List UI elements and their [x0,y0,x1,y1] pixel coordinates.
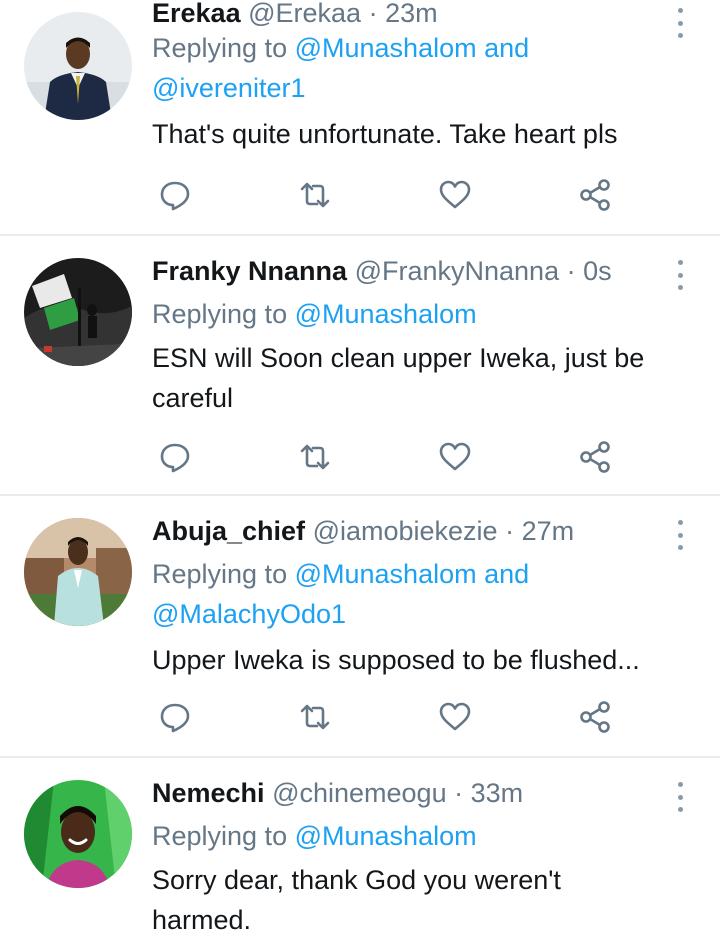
tweet-text: Sorry dear, thank God you weren't harmed… [152,865,561,935]
display-name[interactable]: Nemechi [152,778,265,808]
tweet-actions [158,700,628,736]
avatar-image [24,12,132,120]
share-icon[interactable] [578,178,612,212]
separator: · [566,256,576,286]
replying-to: Replying to @Munashalom [152,294,700,334]
tweet-text: That's quite unfortunate. Take heart pls [152,119,618,149]
tweet-text: ESN will Soon clean upper Iweka, just be… [152,343,645,413]
replying-to: @MalachyOdo1 [152,594,700,634]
retweet-icon[interactable] [298,700,332,734]
share-icon[interactable] [578,700,612,734]
user-handle[interactable]: @iamobiekezie [313,516,498,546]
user-handle[interactable]: @chinemeogu [272,778,447,808]
timestamp[interactable]: 23m [385,0,438,28]
tweet-actions [158,440,628,476]
display-name[interactable]: Franky Nnanna [152,256,347,286]
separator: · [505,516,515,546]
tweet-text: Upper Iweka is supposed to be flushed... [152,645,640,675]
avatar-image [24,258,132,366]
heart-icon[interactable] [438,440,472,474]
timestamp[interactable]: 27m [522,516,575,546]
avatar[interactable] [24,12,132,120]
replying-to: Replying to @Munashalom and [152,28,700,68]
separator: · [454,778,464,808]
display-name[interactable]: Abuja_chief [152,516,305,546]
mention-link[interactable]: @Munashalom and [295,559,530,589]
timestamp[interactable]: 0s [583,256,612,286]
tweet-actions [158,178,628,214]
avatar[interactable] [24,780,132,888]
mention-link[interactable]: @Munashalom [295,821,477,851]
replying-to-label: Replying to [152,821,288,851]
more-vertical-icon[interactable] [674,782,686,812]
reply-icon[interactable] [158,440,192,474]
mention-link[interactable]: @Munashalom and [295,33,530,63]
avatar-image [24,780,132,888]
replying-to-label: Replying to [152,559,288,589]
user-handle[interactable]: @FrankyNnanna [355,256,560,286]
mention-link[interactable]: @ivereniter1 [152,73,305,103]
tweet-header: Franky Nnanna @FrankyNnanna · 0s [152,254,660,288]
reply-icon[interactable] [158,700,192,734]
tweet-card[interactable]: Abuja_chief @iamobiekezie · 27m Replying… [0,496,720,758]
timestamp[interactable]: 33m [471,778,524,808]
display-name[interactable]: Erekaa [152,0,241,28]
tweet-card[interactable]: Erekaa @Erekaa · 23m Replying to @Munash… [0,0,720,236]
tweet-card[interactable]: Nemechi @chinemeogu · 33m Replying to @M… [0,758,720,944]
retweet-icon[interactable] [298,178,332,212]
tweet-header: Abuja_chief @iamobiekezie · 27m [152,514,660,548]
more-vertical-icon[interactable] [674,520,686,550]
avatar-image [24,518,132,626]
replying-to-label: Replying to [152,33,288,63]
replying-to: Replying to @Munashalom [152,816,700,856]
share-icon[interactable] [578,440,612,474]
reply-icon[interactable] [158,178,192,212]
avatar[interactable] [24,518,132,626]
retweet-icon[interactable] [298,440,332,474]
replying-to-label: Replying to [152,299,288,329]
heart-icon[interactable] [438,178,472,212]
more-vertical-icon[interactable] [674,260,686,290]
heart-icon[interactable] [438,700,472,734]
separator: · [368,0,378,28]
mention-link[interactable]: @MalachyOdo1 [152,599,346,629]
tweet-card[interactable]: Franky Nnanna @FrankyNnanna · 0s Replyin… [0,236,720,496]
avatar[interactable] [24,258,132,366]
tweet-header: Nemechi @chinemeogu · 33m [152,776,660,810]
tweet-header: Erekaa @Erekaa · 23m [152,0,660,30]
replying-to: Replying to @Munashalom and [152,554,700,594]
mention-link[interactable]: @Munashalom [295,299,477,329]
replying-to: @ivereniter1 [152,68,700,108]
user-handle[interactable]: @Erekaa [248,0,361,28]
